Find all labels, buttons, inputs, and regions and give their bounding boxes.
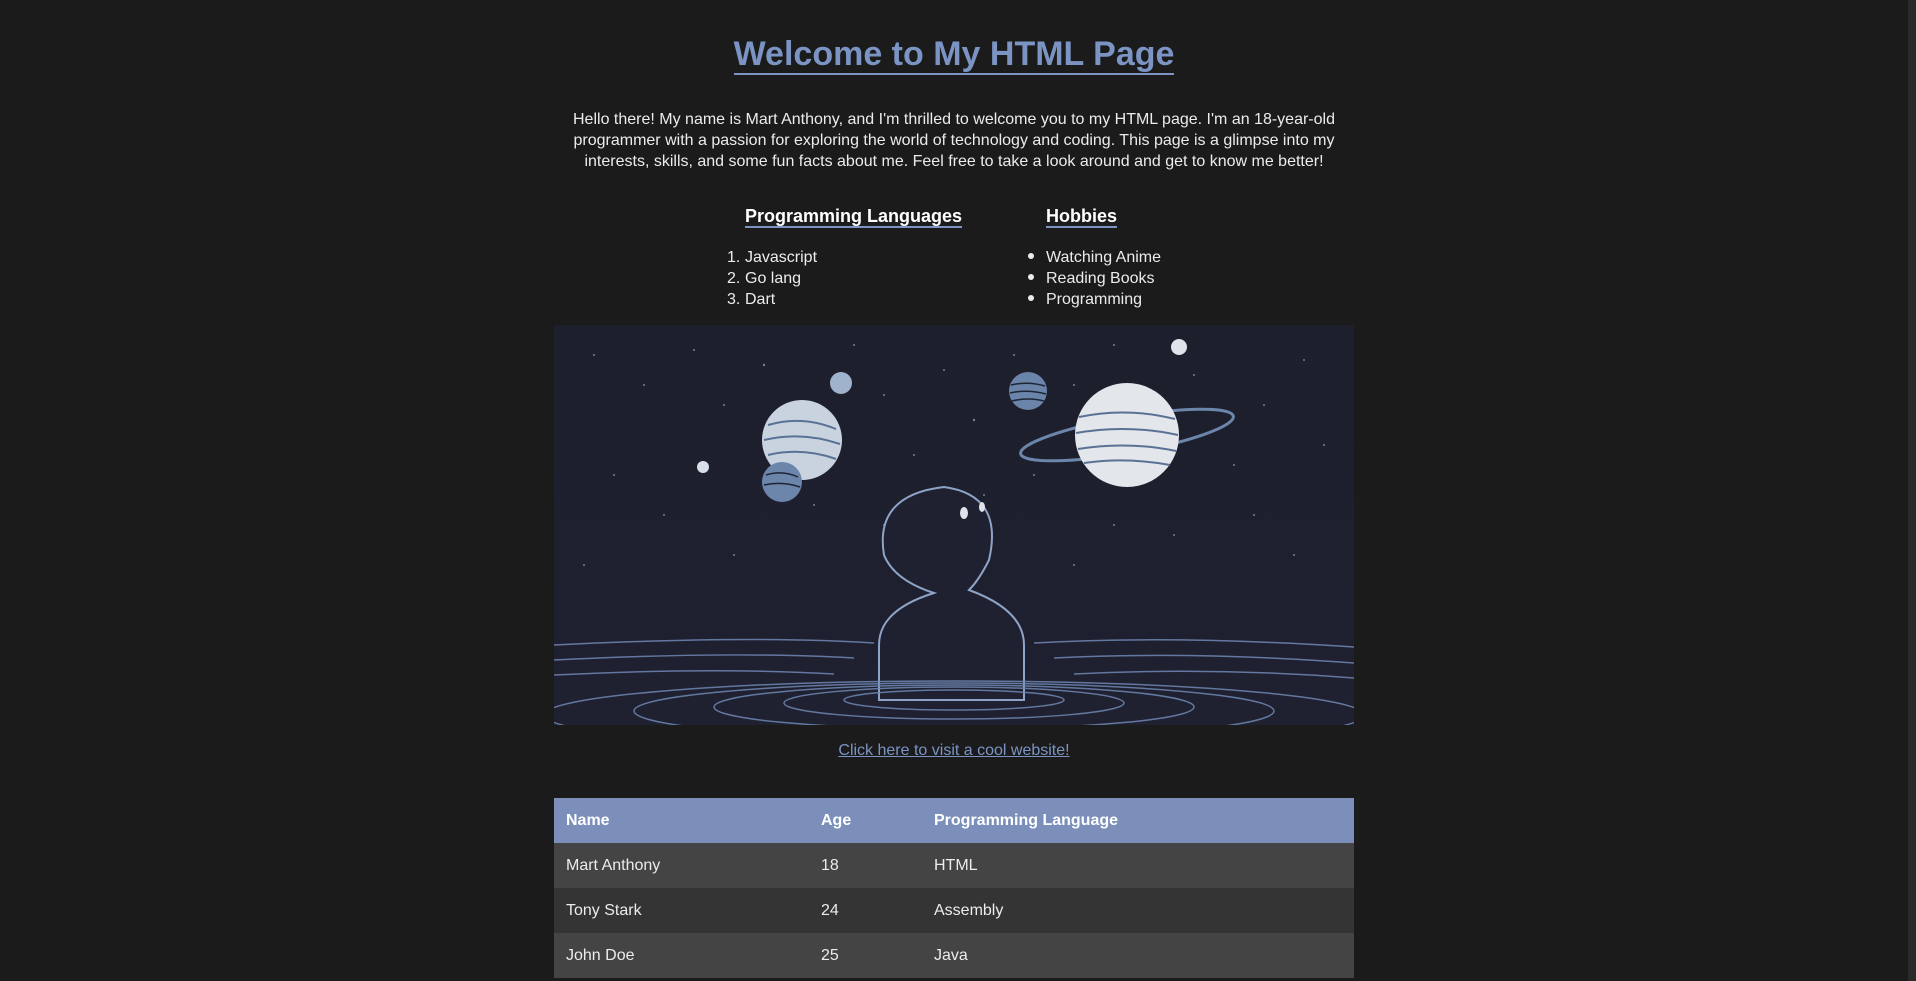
table-cell-language: Java	[922, 933, 1354, 978]
list-item: Reading Books	[1028, 268, 1161, 289]
table-cell-age: 18	[809, 843, 922, 888]
moon-small-left	[697, 461, 709, 473]
people-table: Name Age Programming Language Mart Antho…	[554, 798, 1354, 978]
list-number: 2.	[727, 270, 741, 287]
table-row: Tony Stark 24 Assembly	[554, 888, 1354, 933]
column-header-language: Programming Language	[922, 798, 1354, 843]
languages-list: 1. Javascript 2. Go lang 3. Dart	[727, 247, 817, 310]
list-item: Watching Anime	[1028, 247, 1161, 268]
vertical-scrollbar[interactable]	[1908, 0, 1916, 981]
table-cell-age: 24	[809, 888, 922, 933]
list-item: 1. Javascript	[727, 247, 817, 268]
planet-tiny-top	[830, 372, 852, 394]
table-cell-name: Tony Stark	[554, 888, 809, 933]
intro-paragraph: Hello there! My name is Mart Anthony, an…	[573, 111, 1335, 170]
planet-small-left	[762, 462, 802, 502]
page-title: Welcome to My HTML Page	[554, 34, 1354, 75]
hobbies-heading: Hobbies	[1046, 204, 1118, 228]
languages-heading: Programming Languages	[745, 204, 963, 228]
table-cell-age: 25	[809, 933, 922, 978]
column-header-name: Name	[554, 798, 809, 843]
table-cell-language: Assembly	[922, 888, 1354, 933]
table-row: Mart Anthony 18 HTML	[554, 843, 1354, 888]
page-title-text: Welcome to My HTML Page	[733, 35, 1175, 75]
table-header-row: Name Age Programming Language	[554, 798, 1354, 843]
scrollbar-thumb[interactable]	[1908, 0, 1916, 981]
list-item: 3. Dart	[727, 289, 817, 310]
list-item: Programming	[1028, 289, 1161, 310]
space-illustration	[554, 325, 1354, 725]
moon-top-right	[1171, 339, 1187, 355]
cool-website-link-wrap: Click here to visit a cool website!	[554, 742, 1354, 760]
languages-heading-text: Programming Languages	[745, 206, 963, 228]
hobbies-list: Watching Anime Reading Books Programming	[1028, 247, 1161, 310]
table-cell-name: Mart Anthony	[554, 843, 809, 888]
space-illustration-svg	[554, 325, 1354, 725]
planet-striped-right	[1009, 372, 1047, 410]
table-cell-language: HTML	[922, 843, 1354, 888]
list-item-label: Go lang	[745, 270, 802, 287]
list-number: 1.	[727, 249, 741, 266]
list-number: 3.	[727, 291, 741, 308]
column-header-age: Age	[809, 798, 922, 843]
table-row: John Doe 25 Java	[554, 933, 1354, 978]
list-item: 2. Go lang	[727, 268, 817, 289]
page: Welcome to My HTML Page Hello there! My …	[0, 0, 1916, 981]
hobbies-heading-text: Hobbies	[1046, 206, 1118, 228]
list-item-label: Dart	[745, 291, 776, 308]
list-item-label: Javascript	[745, 249, 818, 266]
table-cell-name: John Doe	[554, 933, 809, 978]
cool-website-link[interactable]: Click here to visit a cool website!	[838, 742, 1069, 759]
